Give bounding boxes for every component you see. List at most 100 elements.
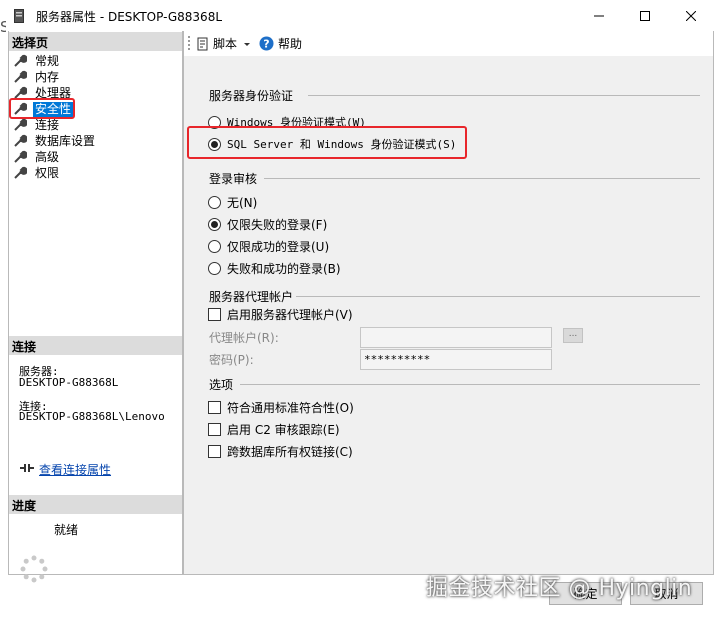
wrench-icon — [14, 134, 27, 147]
sql-auth-label: SQL Server 和 Windows 身份验证模式(S) — [227, 138, 457, 151]
browse-button[interactable]: ... — [563, 328, 583, 343]
radio-button[interactable] — [208, 240, 221, 253]
maximize-icon — [640, 10, 650, 21]
audit-group-title: 登录审核 — [209, 172, 258, 186]
sql-auth-radio[interactable]: SQL Server 和 Windows 身份验证模式(S) — [208, 136, 456, 152]
audit-success-radio[interactable]: 仅限成功的登录(U) — [208, 238, 329, 255]
options-group-line — [240, 384, 700, 385]
radio-button[interactable] — [208, 218, 221, 231]
nav-label: 高级 — [35, 149, 60, 164]
proxy-account-label: 代理帐户(R): — [209, 331, 279, 345]
toolbar: 脚本 ? 帮助 — [184, 31, 713, 56]
nav-label: 数据库设置 — [35, 133, 96, 148]
enable-proxy-checkbox[interactable]: 启用服务器代理帐户(V) — [208, 306, 353, 323]
script-button[interactable]: 脚本 — [196, 35, 253, 52]
svg-text:?: ? — [263, 38, 269, 51]
right-pane: 脚本 ? 帮助 服务器身份验证 Windows 身份验证模式(W) SQL Se… — [183, 31, 714, 575]
audit-failed-label: 仅限失败的登录(F) — [227, 218, 328, 232]
close-icon — [686, 10, 696, 21]
options-group-title: 选项 — [209, 378, 234, 392]
radio-button[interactable] — [208, 196, 221, 209]
nav-item-permissions[interactable]: 权限 — [13, 165, 61, 181]
audit-both-label: 失败和成功的登录(B) — [227, 262, 341, 276]
common-criteria-checkbox[interactable]: 符合通用标准符合性(O) — [208, 399, 354, 416]
windows-auth-radio[interactable]: Windows 身份验证模式(W) — [208, 114, 366, 130]
checkbox[interactable] — [208, 308, 221, 321]
nav-item-general[interactable]: 常规 — [13, 53, 61, 69]
left-pane: 选择页 常规 内存 处理器 安全性 连接 数据库设置 高级 权限 连接 服务器:… — [8, 31, 183, 583]
auth-group-line — [308, 95, 700, 96]
wrench-icon — [14, 54, 27, 67]
nav-item-processors[interactable]: 处理器 — [13, 85, 73, 101]
proxy-group-title: 服务器代理帐户 — [209, 290, 294, 304]
script-label: 脚本 — [213, 37, 238, 51]
close-button[interactable] — [668, 0, 714, 31]
progress-status: 就绪 — [54, 523, 79, 537]
nav-item-connections[interactable]: 连接 — [13, 117, 61, 133]
server-app-icon — [14, 9, 24, 23]
windows-auth-label: Windows 身份验证模式(W) — [227, 116, 366, 129]
background-window-letter: S — [0, 18, 6, 36]
nav-label: 连接 — [35, 117, 60, 132]
proxy-account-input[interactable] — [360, 327, 552, 348]
connection-properties-icon — [20, 464, 34, 472]
checkbox[interactable] — [208, 423, 221, 436]
server-value: DESKTOP-G88368L — [19, 376, 119, 389]
checkbox[interactable] — [208, 445, 221, 458]
password-input[interactable]: ********** — [360, 349, 552, 370]
audit-none-radio[interactable]: 无(N) — [208, 194, 257, 211]
common-criteria-label: 符合通用标准符合性(O) — [227, 401, 354, 415]
audit-both-radio[interactable]: 失败和成功的登录(B) — [208, 260, 341, 277]
proxy-group-line — [296, 296, 700, 297]
radio-button[interactable] — [208, 262, 221, 275]
window-title: 服务器属性 - DESKTOP-G88368L — [36, 10, 223, 24]
password-label: 密码(P): — [209, 353, 254, 367]
nav-label: 权限 — [35, 165, 60, 180]
wrench-icon — [14, 166, 27, 179]
wrench-icon — [14, 102, 27, 115]
nav-item-memory[interactable]: 内存 — [13, 69, 61, 85]
select-page-header: 选择页 — [9, 32, 182, 51]
radio-button[interactable] — [208, 115, 221, 129]
view-connection-properties-link[interactable]: 查看连接属性 — [39, 461, 111, 478]
checkbox[interactable] — [208, 401, 221, 414]
help-button[interactable]: ? 帮助 — [259, 35, 302, 52]
nav-item-security[interactable]: 安全性 — [13, 101, 74, 117]
audit-failed-radio[interactable]: 仅限失败的登录(F) — [208, 216, 327, 233]
minimize-button[interactable] — [576, 0, 622, 31]
connection-value: DESKTOP-G88368L\Lenovo — [19, 410, 165, 423]
nav-item-database-settings[interactable]: 数据库设置 — [13, 133, 97, 149]
progress-header: 进度 — [9, 495, 182, 514]
title-bar: 服务器属性 - DESKTOP-G88368L — [0, 0, 722, 31]
cross-db-chaining-label: 跨数据库所有权链接(C) — [227, 445, 353, 459]
c2-audit-label: 启用 C2 审核跟踪(E) — [227, 423, 340, 437]
cross-db-chaining-checkbox[interactable]: 跨数据库所有权链接(C) — [208, 443, 353, 460]
toolbar-grip — [188, 36, 191, 50]
c2-audit-checkbox[interactable]: 启用 C2 审核跟踪(E) — [208, 421, 340, 438]
nav-label: 安全性 — [33, 101, 74, 117]
enable-proxy-label: 启用服务器代理帐户(V) — [227, 308, 353, 322]
connection-header: 连接 — [9, 336, 182, 355]
progress-spinner-icon — [20, 555, 48, 583]
radio-button[interactable] — [208, 137, 221, 151]
minimize-icon — [594, 15, 604, 16]
nav-label: 常规 — [35, 53, 60, 68]
wrench-icon — [14, 70, 27, 83]
browse-label: ... — [568, 329, 578, 339]
script-icon — [197, 37, 208, 50]
wrench-icon — [14, 118, 27, 131]
wrench-icon — [14, 86, 27, 99]
dropdown-arrow-icon — [244, 42, 251, 46]
nav-label: 处理器 — [35, 85, 72, 100]
audit-none-label: 无(N) — [227, 196, 258, 210]
audit-group-line — [264, 178, 700, 179]
maximize-button[interactable] — [622, 0, 668, 31]
wrench-icon — [14, 150, 27, 163]
watermark: 掘金技术社区 @ Hyinglin — [426, 576, 693, 601]
nav-label: 内存 — [35, 69, 60, 84]
audit-success-label: 仅限成功的登录(U) — [227, 240, 330, 254]
help-label: 帮助 — [278, 37, 303, 51]
auth-group-title: 服务器身份验证 — [209, 89, 294, 103]
help-icon: ? — [259, 36, 274, 51]
nav-item-advanced[interactable]: 高级 — [13, 149, 61, 165]
